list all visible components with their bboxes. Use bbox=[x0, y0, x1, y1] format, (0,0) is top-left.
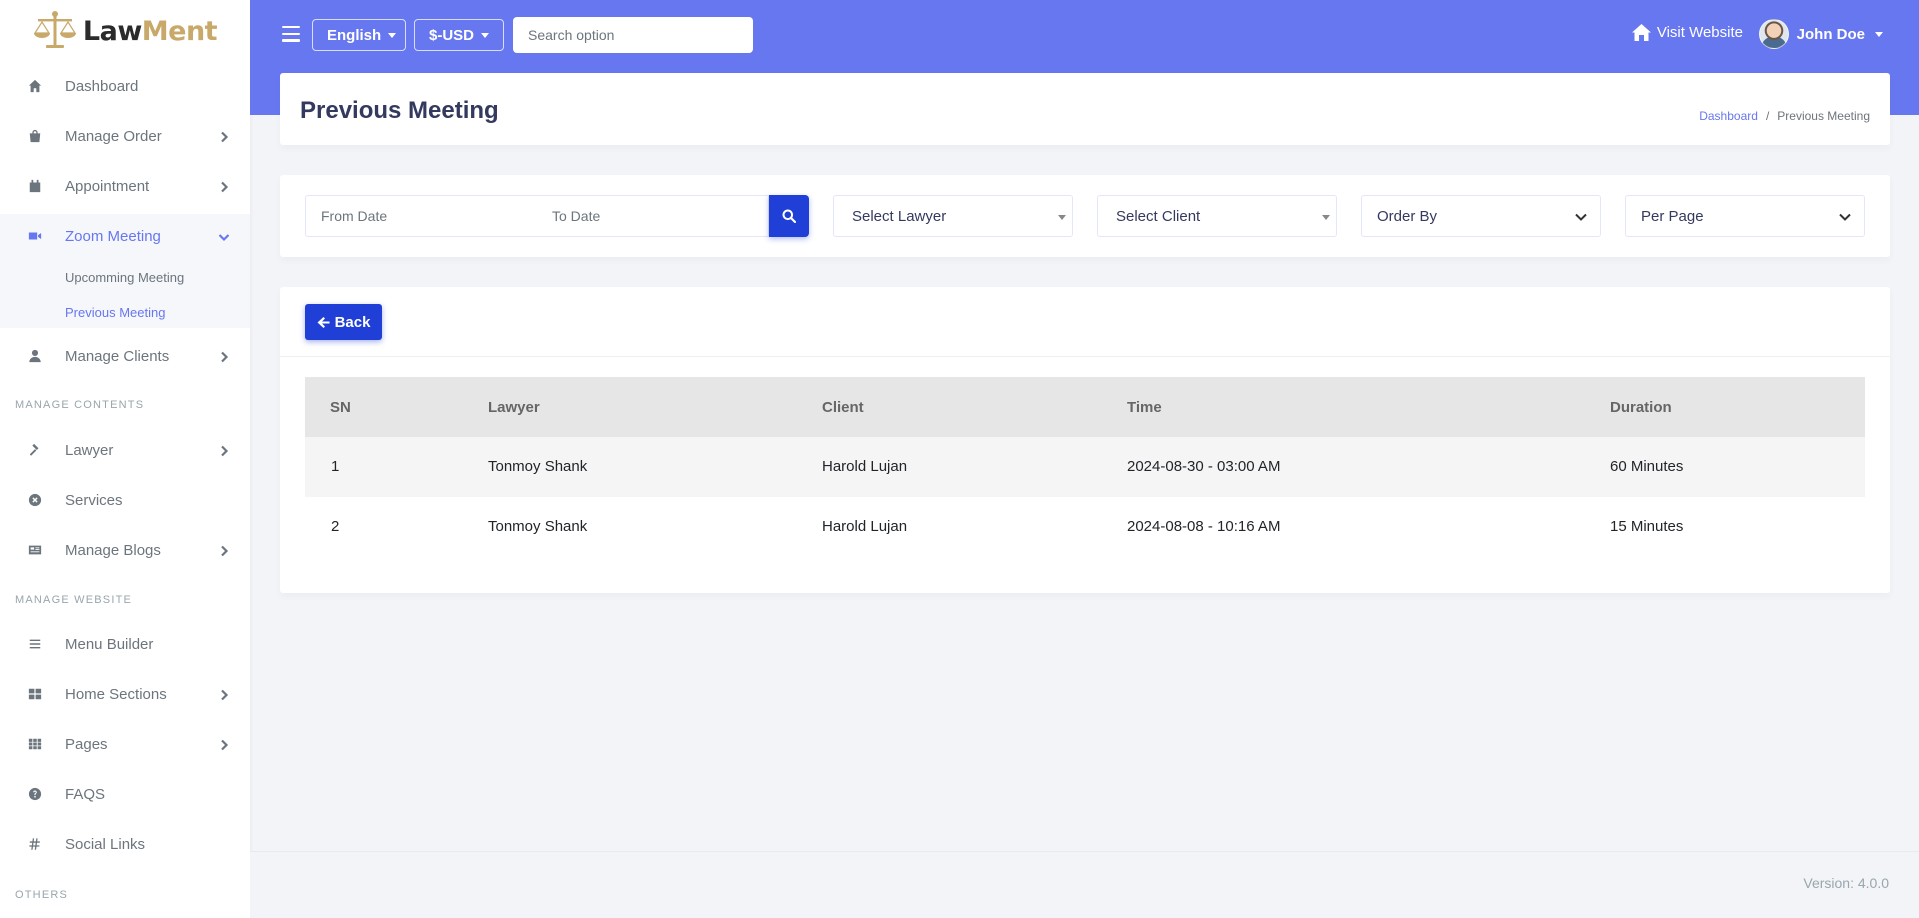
sidebar-item-menu-builder[interactable]: Menu Builder bbox=[0, 622, 250, 666]
sidebar-item-appointment[interactable]: Appointment bbox=[0, 164, 250, 208]
filter-card: From Date To Date Select Lawyer Select C… bbox=[280, 175, 1890, 257]
breadcrumb-dashboard-link[interactable]: Dashboard bbox=[1699, 109, 1758, 123]
sidebar-item-manage-order[interactable]: Manage Order bbox=[0, 114, 250, 158]
section-manage-contents: MANAGE CONTENTS bbox=[15, 399, 145, 411]
caret-down-icon bbox=[1058, 215, 1066, 220]
chevron-right-icon bbox=[218, 688, 230, 701]
hashtag-icon bbox=[27, 836, 43, 852]
breadcrumb: Dashboard / Previous Meeting bbox=[1699, 109, 1870, 123]
question-circle-icon bbox=[27, 786, 43, 802]
chevron-right-icon bbox=[218, 444, 230, 457]
select-lawyer-dropdown[interactable]: Select Lawyer bbox=[833, 195, 1073, 237]
chevron-right-icon bbox=[218, 180, 230, 193]
breadcrumb-separator: / bbox=[1765, 109, 1770, 123]
card-divider bbox=[280, 356, 1890, 357]
cell-duration: 60 Minutes bbox=[1610, 458, 1684, 475]
chevron-right-icon bbox=[218, 544, 230, 557]
from-date-input[interactable]: From Date bbox=[305, 195, 538, 237]
cell-lawyer: Tonmoy Shank bbox=[488, 458, 588, 475]
cell-client: Harold Lujan bbox=[822, 458, 908, 475]
newspaper-icon bbox=[27, 542, 43, 558]
brand-logo[interactable]: LawMent bbox=[0, 0, 250, 62]
footer: Version: 4.0.0 bbox=[250, 851, 1919, 918]
shopping-bag-icon bbox=[27, 128, 43, 144]
search-input[interactable] bbox=[513, 17, 753, 53]
search-icon bbox=[782, 209, 796, 223]
scales-logo-icon bbox=[33, 11, 76, 48]
chevron-right-icon bbox=[218, 130, 230, 143]
times-circle-icon bbox=[27, 492, 43, 508]
caret-down-icon bbox=[388, 32, 397, 38]
arrow-left-icon bbox=[317, 316, 330, 328]
column-header-lawyer: Lawyer bbox=[488, 399, 540, 416]
sidebar: LawMent Dashboard Manage Order Appointme… bbox=[0, 0, 250, 918]
cell-client: Harold Lujan bbox=[822, 518, 908, 535]
cell-lawyer: Tonmoy Shank bbox=[488, 518, 588, 535]
chevron-right-icon bbox=[218, 350, 230, 363]
section-manage-website: MANAGE WEBSITE bbox=[15, 594, 133, 606]
th-large-icon bbox=[27, 686, 43, 702]
caret-down-icon bbox=[1875, 31, 1883, 37]
column-header-duration: Duration bbox=[1610, 399, 1672, 416]
filter-search-button[interactable] bbox=[769, 195, 809, 237]
sidebar-item-social-links[interactable]: Social Links bbox=[0, 822, 250, 866]
cell-duration: 15 Minutes bbox=[1610, 518, 1684, 535]
fire-icon bbox=[27, 78, 43, 94]
cell-sn: 1 bbox=[331, 458, 340, 475]
gavel-icon bbox=[27, 442, 43, 458]
page-title: Previous Meeting bbox=[300, 97, 499, 124]
breadcrumb-current: Previous Meeting bbox=[1777, 109, 1870, 123]
user-menu[interactable]: John Doe bbox=[1758, 19, 1883, 49]
chevron-down-icon bbox=[218, 230, 230, 242]
currency-dropdown[interactable]: $-USD bbox=[414, 19, 504, 51]
sidebar-item-manage-blogs[interactable]: Manage Blogs bbox=[0, 528, 250, 572]
chevron-right-icon bbox=[218, 738, 230, 751]
order-by-select[interactable]: Order By bbox=[1361, 195, 1601, 237]
table-row: 1 Tonmoy Shank Harold Lujan 2024-08-30 -… bbox=[305, 437, 1865, 497]
sidebar-item-zoom-meeting[interactable]: Zoom Meeting bbox=[0, 214, 250, 258]
sidebar-item-services[interactable]: Services bbox=[0, 478, 250, 522]
page-header-card: Previous Meeting Dashboard / Previous Me… bbox=[280, 73, 1890, 145]
caret-down-icon bbox=[1322, 215, 1330, 220]
sidebar-item-manage-clients[interactable]: Manage Clients bbox=[0, 334, 250, 378]
submenu-upcomming-meeting[interactable]: Upcomming Meeting bbox=[65, 270, 184, 285]
calendar-icon bbox=[27, 178, 43, 194]
chevron-down-icon bbox=[1574, 210, 1588, 224]
back-button[interactable]: Back bbox=[305, 304, 382, 340]
cell-sn: 2 bbox=[331, 518, 340, 535]
submenu-previous-meeting[interactable]: Previous Meeting bbox=[65, 305, 165, 320]
video-icon bbox=[27, 228, 43, 244]
column-header-time: Time bbox=[1127, 399, 1162, 416]
caret-down-icon bbox=[481, 32, 489, 38]
chevron-down-icon bbox=[1838, 210, 1852, 224]
cell-time: 2024-08-30 - 03:00 AM bbox=[1127, 458, 1281, 475]
bars-icon bbox=[27, 636, 43, 652]
user-icon bbox=[27, 348, 43, 364]
cell-time: 2024-08-08 - 10:16 AM bbox=[1127, 518, 1281, 535]
sidebar-item-faqs[interactable]: FAQS bbox=[0, 772, 250, 816]
home-icon bbox=[1631, 24, 1651, 41]
visit-website-link[interactable]: Visit Website bbox=[1631, 24, 1743, 41]
avatar bbox=[1758, 19, 1789, 49]
version-text: Version: 4.0.0 bbox=[1803, 875, 1889, 891]
sidebar-item-dashboard[interactable]: Dashboard bbox=[0, 64, 250, 108]
brand-name: LawMent bbox=[82, 15, 218, 47]
column-header-client: Client bbox=[822, 399, 864, 416]
table-header: SN Lawyer Client Time Duration bbox=[305, 377, 1865, 437]
language-dropdown[interactable]: English bbox=[312, 19, 406, 51]
per-page-select[interactable]: Per Page bbox=[1625, 195, 1865, 237]
section-others: OTHERS bbox=[15, 889, 69, 901]
sidebar-item-home-sections[interactable]: Home Sections bbox=[0, 672, 250, 716]
sidebar-item-lawyer[interactable]: Lawyer bbox=[0, 428, 250, 472]
th-icon bbox=[27, 736, 43, 752]
hamburger-menu-icon[interactable] bbox=[282, 26, 300, 42]
meetings-table-card: Back SN Lawyer Client Time Duration 1 To… bbox=[280, 287, 1890, 593]
select-client-dropdown[interactable]: Select Client bbox=[1097, 195, 1337, 237]
column-header-sn: SN bbox=[330, 399, 351, 416]
to-date-input[interactable]: To Date bbox=[537, 195, 769, 237]
table-row: 2 Tonmoy Shank Harold Lujan 2024-08-08 -… bbox=[305, 497, 1865, 557]
sidebar-item-pages[interactable]: Pages bbox=[0, 722, 250, 766]
